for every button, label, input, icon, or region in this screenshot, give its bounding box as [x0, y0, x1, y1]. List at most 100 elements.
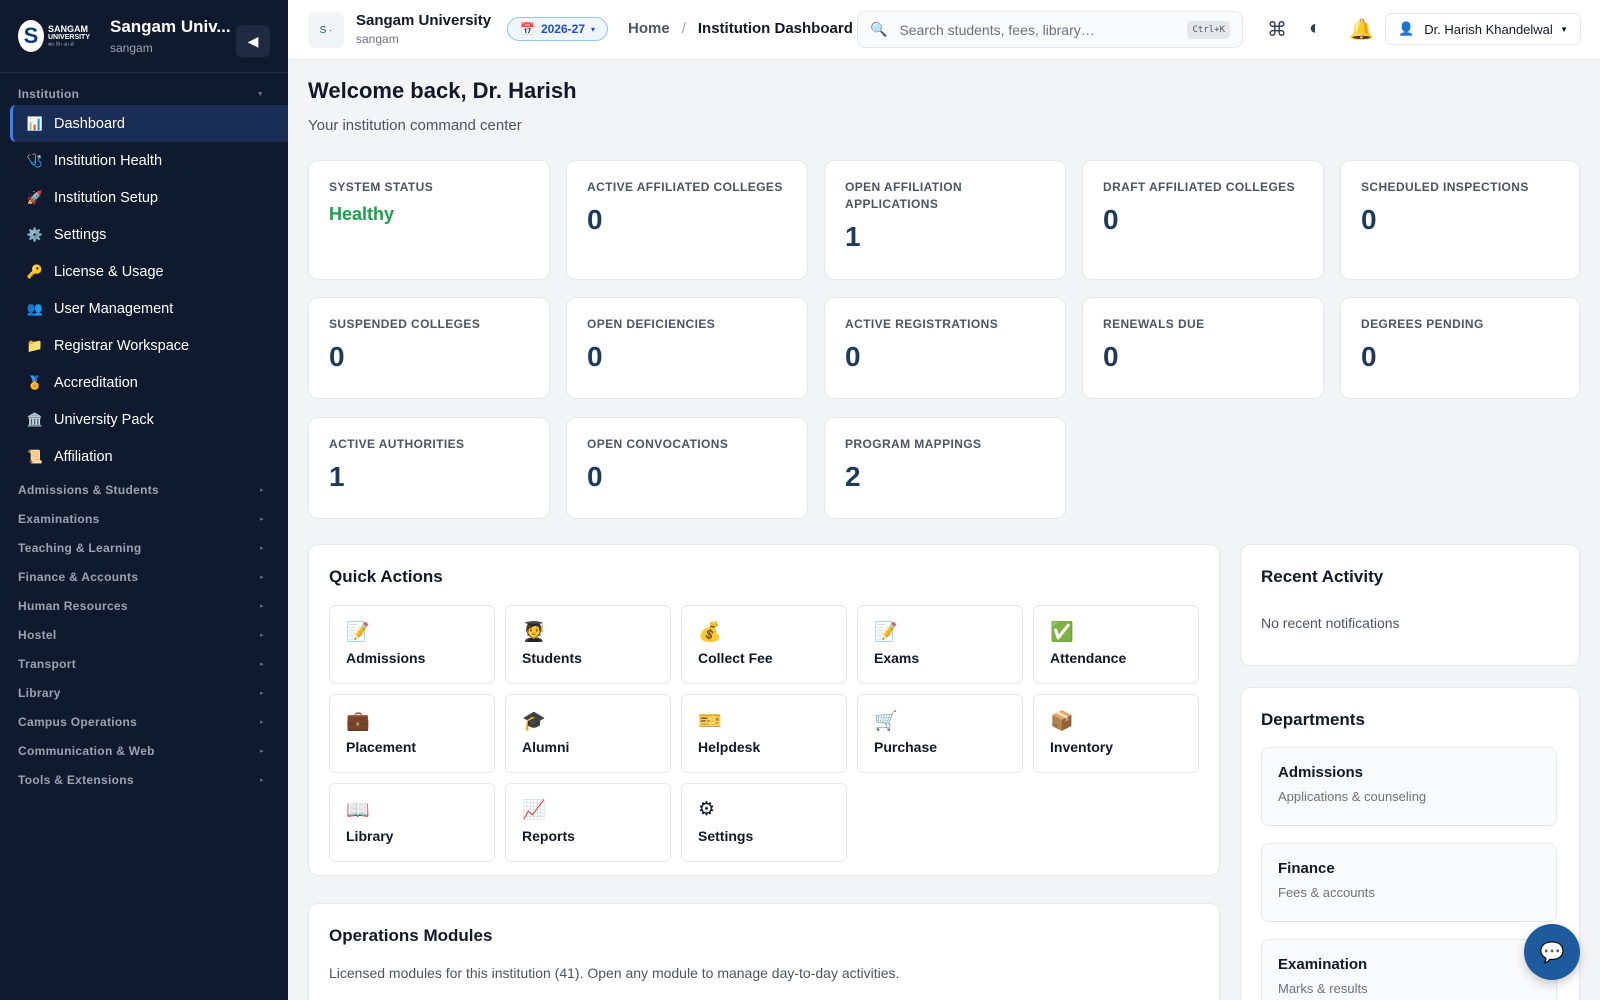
- institution-slug: sangam: [356, 32, 399, 46]
- sidebar-item-institution-health[interactable]: 🩺 Institution Health: [0, 142, 288, 179]
- sidebar-group-library[interactable]: Library ▸: [0, 678, 288, 707]
- quick-action-alumni[interactable]: 🎓 Alumni: [505, 694, 671, 773]
- scroll-icon: 📜: [26, 448, 44, 464]
- chevron-right-icon: ▸: [260, 544, 264, 552]
- global-search[interactable]: 🔍 Search students, fees, library… Ctrl+K: [857, 11, 1243, 48]
- sidebar-item-registrar-workspace[interactable]: 📁 Registrar Workspace: [0, 327, 288, 364]
- sidebar-group-human-resources[interactable]: Human Resources ▸: [0, 591, 288, 620]
- calendar-icon: 📅: [520, 22, 535, 36]
- user-name: Dr. Harish Khandelwal: [1424, 21, 1553, 37]
- chevron-right-icon: ▸: [260, 486, 264, 494]
- user-avatar-icon: 👤: [1398, 21, 1415, 36]
- sidebar-group-tools-extensions[interactable]: Tools & Extensions ▸: [0, 765, 288, 794]
- package-icon: 📦: [1050, 711, 1074, 732]
- topbar: S · Sangam University sangam 📅 2026-27 ▾…: [288, 0, 1600, 60]
- quick-action-exams[interactable]: 📝 Exams: [857, 605, 1023, 684]
- sidebar-group-teaching-learning[interactable]: Teaching & Learning ▸: [0, 533, 288, 562]
- quick-action-settings[interactable]: ⚙ Settings: [681, 783, 847, 862]
- recent-activity-empty: No recent notifications: [1261, 615, 1400, 631]
- sidebar-group-campus-operations[interactable]: Campus Operations ▸: [0, 707, 288, 736]
- quick-action-students[interactable]: 🧑‍🎓 Students: [505, 605, 671, 684]
- operations-modules-description: Licensed modules for this institution (4…: [329, 965, 900, 981]
- chevron-right-icon: ▸: [260, 515, 264, 523]
- stethoscope-icon: 🩺: [26, 152, 44, 168]
- stat-card-active-affiliated-colleges[interactable]: ACTIVE AFFILIATED COLLEGES 0: [566, 160, 808, 280]
- sidebar-group-communication-web[interactable]: Communication & Web ▸: [0, 736, 288, 765]
- sidebar-group-admissions-students[interactable]: Admissions & Students ▸: [0, 475, 288, 504]
- department-card-finance[interactable]: Finance Fees & accounts: [1261, 843, 1557, 922]
- theme-toggle-icon[interactable]: ◐: [1309, 17, 1321, 40]
- sidebar-item-accreditation[interactable]: 🏅 Accreditation: [0, 364, 288, 401]
- sidebar-item-dashboard[interactable]: 📊 Dashboard: [10, 105, 288, 142]
- chart-icon: 📊: [26, 115, 44, 131]
- chevron-right-icon: ▸: [260, 631, 264, 639]
- memo-icon: 📝: [346, 622, 370, 643]
- command-icon[interactable]: ⌘: [1267, 17, 1287, 42]
- breadcrumb: Home / Institution Dashboard: [628, 20, 853, 37]
- department-card-examination[interactable]: Examination Marks & results: [1261, 939, 1557, 1000]
- chevron-right-icon: ▸: [260, 602, 264, 610]
- stat-card-open-convocations[interactable]: OPEN CONVOCATIONS 0: [566, 417, 808, 519]
- stat-card-degrees-pending[interactable]: DEGREES PENDING 0: [1340, 297, 1580, 399]
- academic-year-selector[interactable]: 📅 2026-27 ▾: [507, 17, 609, 41]
- quick-action-reports[interactable]: 📈 Reports: [505, 783, 671, 862]
- quick-actions-title: Quick Actions: [329, 567, 443, 586]
- gear-icon: ⚙: [698, 799, 716, 820]
- sidebar: S SANGAM UNIVERSITY सा। वि। अ। से Sangam…: [0, 0, 288, 1000]
- institution-switcher[interactable]: Sangam University sangam: [356, 12, 491, 46]
- institution-name: Sangam University: [356, 12, 492, 29]
- sidebar-item-license-usage[interactable]: 🔑 License & Usage: [0, 253, 288, 290]
- sidebar-item-affiliation[interactable]: 📜 Affiliation: [0, 438, 288, 475]
- stat-card-suspended-colleges[interactable]: SUSPENDED COLLEGES 0: [308, 297, 550, 399]
- search-input[interactable]: Search students, fees, library…: [899, 22, 1187, 38]
- sidebar-group-transport[interactable]: Transport ▸: [0, 649, 288, 678]
- sidebar-header: S SANGAM UNIVERSITY सा। वि। अ। से Sangam…: [0, 0, 288, 73]
- quick-action-placement[interactable]: 💼 Placement: [329, 694, 495, 773]
- sidebar-item-institution-setup[interactable]: 🚀 Institution Setup: [0, 179, 288, 216]
- briefcase-icon: 💼: [346, 711, 370, 732]
- stat-card-scheduled-inspections[interactable]: SCHEDULED INSPECTIONS 0: [1340, 160, 1580, 280]
- chevron-down-icon: ▼: [256, 90, 264, 98]
- sidebar-item-user-management[interactable]: 👥 User Management: [0, 290, 288, 327]
- stat-card-draft-affiliated-colleges[interactable]: DRAFT AFFILIATED COLLEGES 0: [1082, 160, 1324, 280]
- user-menu-button[interactable]: 👤 Dr. Harish Khandelwal ▼: [1385, 13, 1581, 45]
- bell-icon[interactable]: 🔔: [1349, 17, 1374, 42]
- university-logo: S SANGAM UNIVERSITY सा। वि। अ। से: [18, 16, 98, 56]
- quick-action-purchase[interactable]: 🛒 Purchase: [857, 694, 1023, 773]
- key-icon: 🔑: [26, 263, 44, 279]
- org-name: Sangam Univ...: [110, 17, 231, 36]
- breadcrumb-current: Institution Dashboard: [697, 20, 853, 37]
- chat-button[interactable]: 💬: [1524, 924, 1580, 980]
- sidebar-group-institution[interactable]: Institution ▼: [0, 83, 288, 105]
- sidebar-group-finance-accounts[interactable]: Finance & Accounts ▸: [0, 562, 288, 591]
- page-title: Welcome back, Dr. Harish: [308, 78, 577, 103]
- quick-action-inventory[interactable]: 📦 Inventory: [1033, 694, 1199, 773]
- collapse-icon: ◀: [247, 32, 259, 49]
- quick-action-collect-fee[interactable]: 💰 Collect Fee: [681, 605, 847, 684]
- stat-card-system-status: SYSTEM STATUS Healthy: [308, 160, 550, 280]
- sidebar-group-hostel[interactable]: Hostel ▸: [0, 620, 288, 649]
- ticket-icon: 🎫: [698, 711, 722, 732]
- institution-logo-icon: S ·: [308, 12, 344, 48]
- stat-card-program-mappings[interactable]: PROGRAM MAPPINGS 2: [824, 417, 1066, 519]
- operations-modules-panel: Operations Modules Licensed modules for …: [308, 903, 1220, 1000]
- quick-action-attendance[interactable]: ✅ Attendance: [1033, 605, 1199, 684]
- stat-card-open-affiliation-applications[interactable]: OPEN AFFILIATION APPLICATIONS 1: [824, 160, 1066, 280]
- stat-card-active-authorities[interactable]: ACTIVE AUTHORITIES 1: [308, 417, 550, 519]
- quick-action-library[interactable]: 📖 Library: [329, 783, 495, 862]
- sidebar-group-examinations[interactable]: Examinations ▸: [0, 504, 288, 533]
- chevron-right-icon: ▸: [260, 718, 264, 726]
- sidebar-item-university-pack[interactable]: 🏛️ University Pack: [0, 401, 288, 438]
- stat-card-open-deficiencies[interactable]: OPEN DEFICIENCIES 0: [566, 297, 808, 399]
- stat-card-renewals-due[interactable]: RENEWALS DUE 0: [1082, 297, 1324, 399]
- quick-action-admissions[interactable]: 📝 Admissions: [329, 605, 495, 684]
- chevron-right-icon: ▸: [260, 747, 264, 755]
- collapse-sidebar-button[interactable]: ◀: [236, 25, 270, 57]
- quick-action-helpdesk[interactable]: 🎫 Helpdesk: [681, 694, 847, 773]
- sidebar-item-settings[interactable]: ⚙️ Settings: [0, 216, 288, 253]
- stat-card-active-registrations[interactable]: ACTIVE REGISTRATIONS 0: [824, 297, 1066, 399]
- main-content: Welcome back, Dr. Harish Your institutio…: [288, 60, 1600, 1000]
- chevron-down-icon: ▾: [591, 24, 596, 34]
- breadcrumb-home[interactable]: Home: [628, 20, 670, 37]
- department-card-admissions[interactable]: Admissions Applications & counseling: [1261, 747, 1557, 826]
